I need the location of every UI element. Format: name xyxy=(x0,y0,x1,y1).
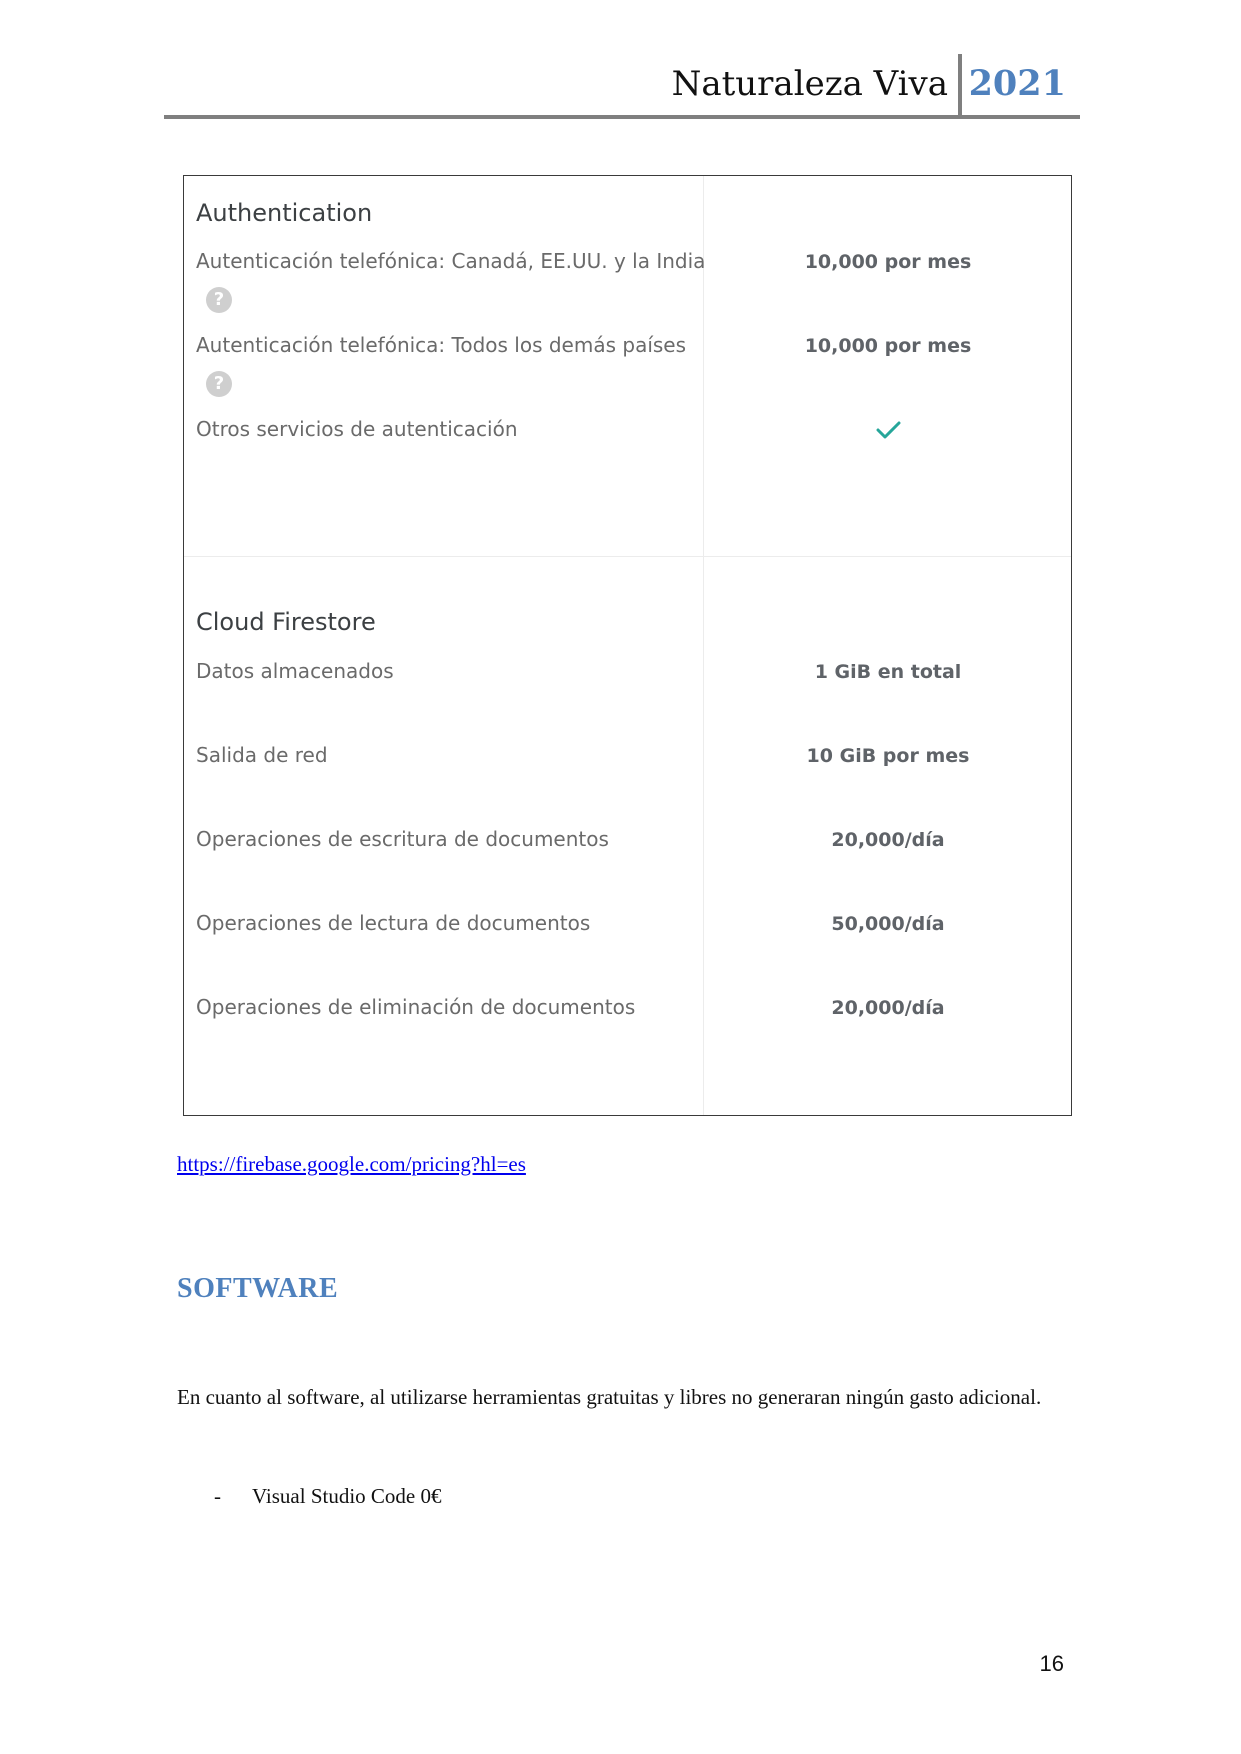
feature-value: 50,000/día xyxy=(831,913,945,935)
section-title-authentication: Authentication xyxy=(196,199,373,227)
feature-label: Autenticación telefónica: Todos los demá… xyxy=(196,333,687,357)
feature-label: Salida de red xyxy=(196,743,328,767)
section-title-cloud-firestore: Cloud Firestore xyxy=(196,608,376,636)
section-heading-software: SOFTWARE xyxy=(177,1273,339,1304)
feature-value: 1 GiB en total xyxy=(814,661,962,683)
feature-value: 10 GiB por mes xyxy=(806,745,970,767)
feature-label: Otros servicios de autenticación xyxy=(196,417,518,441)
document-year: 2021 xyxy=(968,63,1066,104)
feature-label: Datos almacenados xyxy=(196,659,394,683)
check-icon xyxy=(876,421,901,439)
feature-label: Operaciones de lectura de documentos xyxy=(196,911,591,935)
document-title: Naturaleza Viva xyxy=(671,64,948,104)
feature-value: 20,000/día xyxy=(831,997,945,1019)
feature-value: 10,000 por mes xyxy=(804,335,972,357)
column-divider xyxy=(703,176,704,1115)
section-divider xyxy=(184,556,1071,557)
source-link[interactable]: https://firebase.google.com/pricing?hl=e… xyxy=(177,1151,526,1177)
bullet-marker: - xyxy=(214,1484,221,1508)
help-icon[interactable]: ? xyxy=(206,287,232,313)
feature-label: Operaciones de escritura de documentos xyxy=(196,827,609,851)
feature-value: 10,000 por mes xyxy=(804,251,972,273)
feature-label: Autenticación telefónica: Canadá, EE.UU.… xyxy=(196,249,706,273)
list-item: Visual Studio Code 0€ xyxy=(252,1484,442,1508)
page-header: Naturaleza Viva 2021 xyxy=(164,54,1080,118)
header-separator xyxy=(958,54,962,118)
software-paragraph: En cuanto al software, al utilizarse her… xyxy=(177,1385,1042,1409)
help-icon[interactable]: ? xyxy=(206,371,232,397)
header-rule xyxy=(164,115,1080,119)
page-number: 16 xyxy=(1039,1651,1064,1676)
feature-label: Operaciones de eliminación de documentos xyxy=(196,995,636,1019)
pricing-table: Authentication Autenticación telefónica:… xyxy=(183,175,1072,1116)
feature-value: 20,000/día xyxy=(831,829,945,851)
